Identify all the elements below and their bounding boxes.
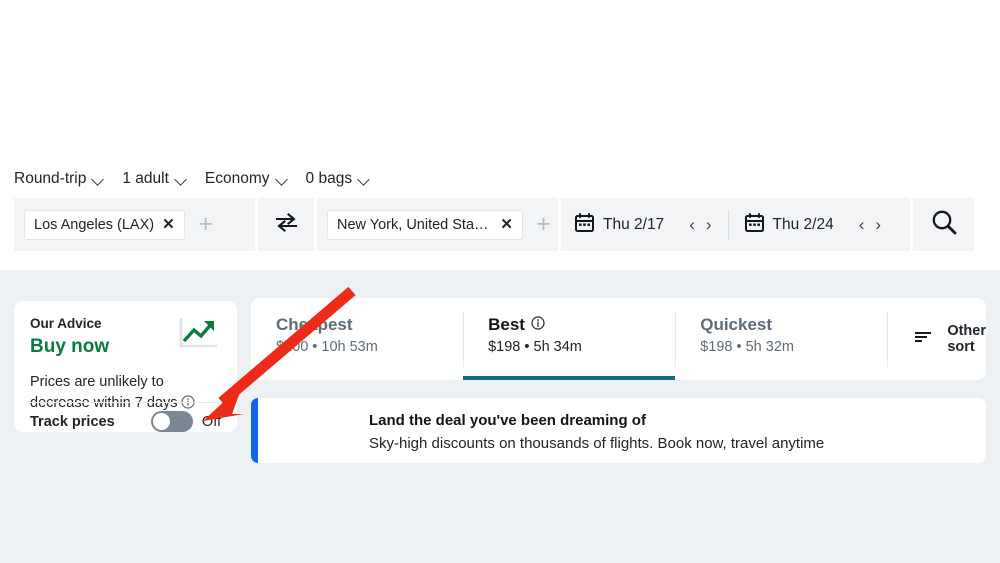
chevron-down-icon (93, 174, 104, 185)
chevron-down-icon (277, 174, 288, 185)
destination-field-group: New York, United State… ✕ + (317, 198, 558, 251)
cabin-class-selector[interactable]: Economy (205, 166, 306, 192)
results-area: Our Advice Buy now Prices are unlikely t… (0, 270, 1000, 563)
chevron-down-icon (359, 174, 370, 185)
price-advice-card: Our Advice Buy now Prices are unlikely t… (14, 301, 237, 432)
bags-label: 0 bags (305, 170, 353, 187)
active-tab-underline (463, 376, 676, 380)
trip-options-row: Round-trip 1 adult Economy 0 bags (14, 166, 388, 192)
tab-quickest-subtitle: $198 • 5h 32m (700, 339, 794, 355)
track-prices-state: Off (201, 413, 221, 430)
add-destination-button[interactable]: + (529, 210, 558, 240)
toggle-knob (152, 413, 170, 430)
promo-text-block: Land the deal you've been dreaming of Sk… (258, 398, 824, 463)
other-sort-button[interactable]: Other sort (887, 298, 986, 380)
tab-best[interactable]: Best $198 • 5h 34m (463, 298, 676, 380)
tab-best-subtitle: $198 • 5h 34m (488, 339, 582, 355)
search-header: Round-trip 1 adult Economy 0 bags Los An… (0, 0, 1000, 270)
advice-description: Prices are unlikely to decrease within 7… (30, 372, 221, 416)
origin-field-group: Los Angeles (LAX) ✕ + (14, 198, 255, 251)
advice-text-block: Our Advice Buy now (30, 315, 109, 360)
swap-arrows-icon (275, 212, 298, 237)
date-field-group: Thu 2/17 ‹ › Thu 2/24 ‹ › (561, 198, 910, 251)
calendar-icon (744, 212, 764, 237)
origin-input[interactable]: Los Angeles (LAX) ✕ (24, 209, 185, 240)
return-date-picker[interactable]: Thu 2/24 ‹ › (731, 212, 896, 237)
tab-best-title-row: Best (488, 315, 675, 335)
return-date-label: Thu 2/24 (772, 215, 834, 233)
trip-type-selector[interactable]: Round-trip (14, 166, 122, 192)
passengers-selector[interactable]: 1 adult (122, 166, 205, 192)
chevron-down-icon (176, 174, 187, 185)
search-button[interactable] (913, 198, 974, 251)
destination-input[interactable]: New York, United State… ✕ (327, 209, 523, 240)
other-sort-label: Other sort (947, 323, 986, 355)
origin-value: Los Angeles (LAX) (34, 216, 155, 233)
promo-accent-stripe (251, 398, 258, 463)
advice-header: Our Advice Buy now (30, 315, 221, 360)
promo-title: Land the deal you've been dreaming of (369, 412, 646, 429)
flight-search-page: Round-trip 1 adult Economy 0 bags Los An… (0, 0, 1000, 563)
passengers-label: 1 adult (122, 170, 169, 187)
calendar-icon (575, 212, 594, 237)
destination-value: New York, United State… (337, 216, 493, 233)
depart-date-nav: ‹ › (689, 216, 711, 233)
return-prev-day-button[interactable]: ‹ (859, 216, 865, 233)
info-circle-icon[interactable] (531, 315, 545, 335)
tab-cheapest-subtitle: $100 • 10h 53m (276, 339, 378, 355)
trip-type-label: Round-trip (14, 170, 87, 187)
search-bar: Los Angeles (LAX) ✕ + New York, United S… (14, 198, 974, 251)
close-icon[interactable]: ✕ (500, 217, 513, 232)
advice-headline: Buy now (30, 336, 110, 358)
tab-cheapest-title: Cheapest (276, 315, 353, 334)
add-origin-button[interactable]: + (191, 210, 221, 240)
tab-best-title: Best (488, 315, 525, 334)
track-prices-label: Track prices (30, 413, 115, 430)
sort-lines-icon (914, 330, 934, 349)
trending-up-icon (177, 315, 221, 360)
promo-banner[interactable]: Land the deal you've been dreaming of Sk… (251, 398, 986, 463)
close-icon[interactable]: ✕ (162, 217, 175, 232)
track-prices-row: Track prices Off (30, 411, 221, 432)
depart-date-label: Thu 2/17 (603, 215, 665, 233)
depart-date-picker[interactable]: Thu 2/17 ‹ › (561, 212, 726, 237)
tab-quickest[interactable]: Quickest $198 • 5h 32m (675, 298, 887, 380)
promo-subtitle: Sky-high discounts on thousands of fligh… (369, 434, 825, 452)
advice-kicker: Our Advice (30, 316, 102, 331)
return-date-nav: ‹ › (859, 216, 881, 233)
tab-quickest-title: Quickest (700, 315, 773, 334)
track-prices-toggle[interactable] (150, 411, 193, 432)
sort-tabs-card: Cheapest $100 • 10h 53m Best $198 • 5h 3… (251, 298, 986, 380)
depart-prev-day-button[interactable]: ‹ (689, 216, 695, 233)
advice-description-text: Prices are unlikely to decrease within 7… (30, 374, 178, 412)
depart-next-day-button[interactable]: › (706, 216, 712, 233)
date-divider (727, 209, 729, 240)
bags-selector[interactable]: 0 bags (306, 166, 389, 192)
return-next-day-button[interactable]: › (875, 216, 881, 233)
tab-cheapest[interactable]: Cheapest $100 • 10h 53m (251, 298, 463, 380)
advice-divider (30, 402, 221, 403)
cabin-class-label: Economy (204, 170, 270, 187)
swap-button[interactable] (258, 198, 314, 251)
search-icon (930, 208, 958, 241)
